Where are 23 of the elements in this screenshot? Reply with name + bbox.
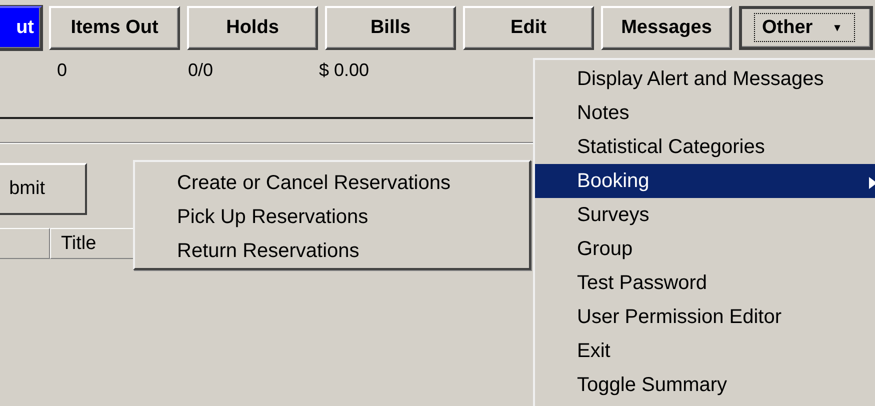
menu-item[interactable]: User Permission Editor xyxy=(535,300,875,334)
toolbar-button[interactable]: Edit xyxy=(463,6,594,50)
menu-item[interactable]: Surveys xyxy=(535,198,875,232)
toolbar-button[interactable]: Holds xyxy=(187,6,318,50)
summary-value: 0/0 xyxy=(188,60,214,81)
toolbar-button[interactable]: ut xyxy=(0,6,42,50)
toolbar-button[interactable]: Items Out xyxy=(49,6,180,50)
menu-item[interactable]: Display Alert and Messages xyxy=(535,62,875,96)
menu-item[interactable]: Create or Cancel Reservations xyxy=(135,166,529,200)
menu-item[interactable]: Statistical Categories xyxy=(535,130,875,164)
dropdown-button[interactable]: Other ▾ xyxy=(739,6,873,50)
summary-value: $ 0.00 xyxy=(319,60,370,81)
submit-button[interactable]: bmit xyxy=(0,163,87,215)
menu-item[interactable]: Booking xyxy=(535,164,875,198)
toolbar-button[interactable]: Bills xyxy=(325,6,456,50)
menu-item[interactable]: Exit xyxy=(535,334,875,368)
menu-item[interactable]: Notes xyxy=(535,96,875,130)
menu-item[interactable]: Toggle Summary xyxy=(535,368,875,402)
menu-item[interactable]: Group xyxy=(535,232,875,266)
toolbar-button[interactable]: Messages xyxy=(601,6,732,50)
menu-item[interactable]: Test Password xyxy=(535,266,875,300)
column-header[interactable] xyxy=(0,228,50,259)
summary-value: 0 xyxy=(57,60,68,81)
